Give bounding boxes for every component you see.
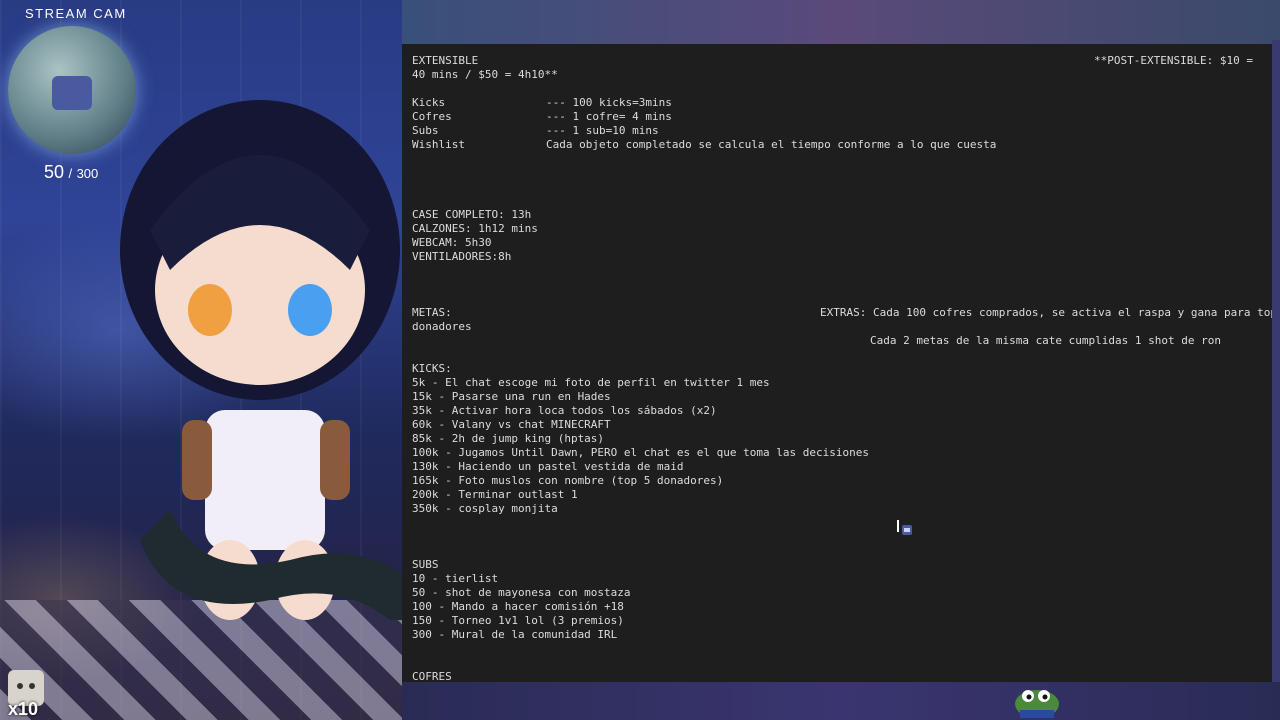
subs-goal: 50 - shot de mayonesa con mostaza: [412, 586, 631, 599]
extras-line-2: Cada 2 metas de la misma cate cumplidas …: [870, 334, 1221, 347]
cam-avatar-icon: [52, 76, 92, 110]
subs-goal: 10 - tierlist: [412, 572, 499, 585]
rate-value: Cada objeto completado se calcula el tie…: [546, 138, 997, 151]
rate-label: Wishlist: [412, 138, 465, 151]
kicks-goal: 130k - Haciendo un pastel vestida de mai…: [412, 460, 684, 473]
kicks-goal: 350k - cosplay monjita: [412, 502, 558, 515]
vtuber-avatar-illustration: [120, 100, 410, 620]
counter-current: 50: [44, 162, 65, 182]
goal-counter: 50 / 300: [44, 162, 98, 183]
kicks-goal: 85k - 2h de jump king (hptas): [412, 432, 605, 445]
emote-multiplier-badge: x10: [8, 699, 39, 719]
cofres-header: COFRES: [412, 670, 452, 682]
wishlist-item: VENTILADORES:8h: [412, 250, 512, 263]
price-line: 40 mins / $50 = 4h10**: [412, 68, 558, 81]
goals-notepad-window: EXTENSIBLE **POST-EXTENSIBLE: $10 = 40 m…: [402, 44, 1272, 682]
kicks-goal: 60k - Valany vs chat MINECRAFT: [412, 418, 611, 431]
wishlist-item: CALZONES: 1h12 mins: [412, 222, 538, 235]
rate-value: --- 1 sub=10 mins: [546, 124, 659, 137]
kicks-goal: 15k - Pasarse una run en Hades: [412, 390, 611, 403]
kicks-header: KICKS:: [412, 362, 452, 375]
subs-header: SUBS: [412, 558, 439, 571]
metas-label: METAS:: [412, 306, 452, 319]
subs-goal: 300 - Mural de la comunidad IRL: [412, 628, 618, 641]
frog-emote-icon: [1015, 690, 1059, 718]
rate-label: Cofres: [412, 110, 452, 123]
counter-max: 300: [76, 166, 99, 181]
kicks-goal: 200k - Terminar outlast 1: [412, 488, 578, 501]
subs-goal: 150 - Torneo 1v1 lol (3 premios): [412, 614, 624, 627]
header-left: EXTENSIBLE: [412, 54, 479, 67]
bottom-backdrop: [402, 682, 1280, 720]
wishlist-item: CASE COMPLETO: 13h: [412, 208, 532, 221]
rate-value: --- 100 kicks=3mins: [546, 96, 672, 109]
rate-label: Kicks: [412, 96, 446, 109]
kicks-goal: 5k - El chat escoge mi foto de perfil en…: [412, 376, 770, 389]
rate-value: --- 1 cofre= 4 mins: [546, 110, 672, 123]
kicks-goal: 165k - Foto muslos con nombre (top 5 don…: [412, 474, 724, 487]
extras-wrap: donadores: [412, 320, 472, 333]
top-backdrop: [402, 0, 1280, 44]
kicks-goal: 100k - Jugamos Until Dawn, PERO el chat …: [412, 446, 869, 459]
right-backdrop: [1272, 40, 1280, 682]
wishlist-item: WEBCAM: 5h30: [412, 236, 492, 249]
kicks-goal: 35k - Activar hora loca todos los sábado…: [412, 404, 717, 417]
subs-goal: 100 - Mando a hacer comisión +18: [412, 600, 624, 613]
stream-cam-label: STREAM CAM: [25, 6, 127, 21]
counter-separator: /: [68, 166, 73, 181]
header-right: **POST-EXTENSIBLE: $10 =: [1094, 54, 1253, 67]
mouse-cursor-icon: [897, 520, 912, 535]
extras-line-1: EXTRAS: Cada 100 cofres comprados, se ac…: [820, 306, 1272, 319]
rate-label: Subs: [412, 124, 439, 137]
